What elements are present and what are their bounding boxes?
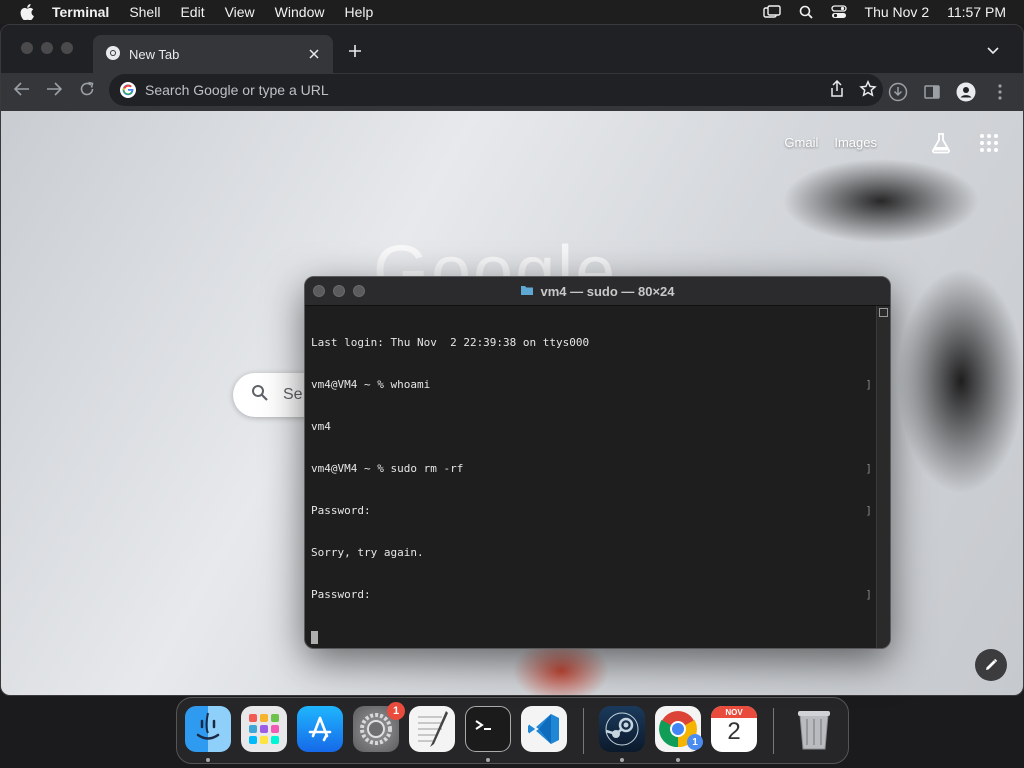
terminal-line-text: Password: [311,504,371,517]
terminal-line: Password:] [311,588,872,602]
vscode-icon[interactable] [521,706,567,752]
back-arrow-icon[interactable] [11,78,33,100]
text-cursor [311,631,318,644]
terminal-line: Password:] [311,504,872,518]
tab-strip: New Tab [1,25,1023,73]
dock-separator [583,708,584,754]
terminal-line-text: vm4@VM4 ~ % whoami [311,378,431,391]
steam-icon[interactable] [599,706,645,752]
notification-badge: 1 [387,702,405,720]
terminal-maximize-button[interactable] [353,285,365,297]
menubar-date[interactable]: Thu Nov 2 [865,4,930,20]
maximize-window-button[interactable] [61,42,73,54]
terminal-line-text: vm4@VM4 ~ % sudo rm -rf [311,462,464,475]
launchpad-icon[interactable] [241,706,287,752]
calendar-day: 2 [727,718,741,745]
menu-view[interactable]: View [225,4,255,20]
profile-avatar-icon[interactable] [955,81,977,103]
omnibox-placeholder: Search Google or type a URL [145,82,329,98]
running-indicator [486,758,490,762]
menu-help[interactable]: Help [344,4,373,20]
chevron-down-icon[interactable] [983,41,1003,61]
terminal-scrollbar[interactable] [876,306,890,648]
new-tab-button[interactable] [345,41,365,61]
forward-arrow-icon[interactable] [43,78,65,100]
close-tab-icon[interactable] [305,45,323,63]
trash-icon[interactable] [791,706,837,752]
chrome-favicon-icon [105,45,121,64]
dock: 1 1 NOV 2 [176,697,849,764]
line-bracket-mark: ] [865,504,872,517]
terminal-line: vm4@VM4 ~ % sudo rm -rf] [311,462,872,476]
terminal-titlebar[interactable]: vm4 — sudo — 80×24 [305,277,890,306]
calendar-month: NOV [725,708,743,717]
terminal-close-button[interactable] [313,285,325,297]
google-apps-grid-icon[interactable] [979,133,999,153]
omnibox[interactable]: Search Google or type a URL [109,74,883,106]
line-bracket-mark: ] [865,378,872,391]
line-bracket-mark: ] [865,462,872,475]
reload-icon[interactable] [76,78,98,100]
menu-edit[interactable]: Edit [180,4,204,20]
close-window-button[interactable] [21,42,33,54]
chrome-toolbar: Search Google or type a URL [1,73,1023,111]
terminal-window[interactable]: vm4 — sudo — 80×24 Last login: Thu Nov 2… [304,276,891,649]
ntp-search-placeholder: Se [283,386,303,403]
gmail-link[interactable]: Gmail [784,135,818,150]
textedit-icon[interactable] [409,706,455,752]
menu-bar: Terminal Shell Edit View Window Help Thu… [0,0,1024,24]
share-icon[interactable] [829,79,845,101]
calendar-icon[interactable]: NOV 2 [711,706,757,752]
labs-flask-icon[interactable] [929,131,953,155]
finder-icon[interactable] [185,706,231,752]
scrollbar-marker-icon[interactable] [879,308,888,317]
running-indicator [206,758,210,762]
more-menu-icon[interactable] [989,81,1011,103]
menubar-time[interactable]: 11:57 PM [947,4,1006,20]
menu-app-name[interactable]: Terminal [52,4,109,20]
bookmark-star-icon[interactable] [859,79,877,101]
chrome-icon[interactable]: 1 [655,706,703,752]
settings-icon[interactable]: 1 [353,702,405,752]
terminal-cursor-line [311,630,870,644]
terminal-line: Last login: Thu Nov 2 22:39:38 on ttys00… [311,336,590,349]
terminal-line-text: Password: [311,588,371,601]
terminal-line: Sorry, try again. [311,546,424,559]
menu-shell[interactable]: Shell [129,4,160,20]
control-center-icon[interactable] [830,5,847,19]
terminal-line: vm4@VM4 ~ % whoami] [311,378,872,392]
running-indicator [620,758,624,762]
google-g-icon [119,81,137,99]
download-icon[interactable] [887,81,909,103]
app-store-icon[interactable] [297,706,343,752]
menu-window[interactable]: Window [275,4,325,20]
terminal-output[interactable]: Last login: Thu Nov 2 22:39:38 on ttys00… [305,306,876,648]
side-panel-icon[interactable] [921,81,943,103]
terminal-line: vm4 [311,420,331,433]
running-indicator [676,758,680,762]
terminal-title: vm4 — sudo — 80×24 [540,283,675,299]
notification-badge: 1 [687,734,703,750]
search-icon [251,384,269,407]
apple-icon[interactable] [18,3,36,21]
line-bracket-mark: ] [865,588,872,601]
terminal-minimize-button[interactable] [333,285,345,297]
minimize-window-button[interactable] [41,42,53,54]
tab-new-tab[interactable]: New Tab [93,35,333,73]
dock-separator [773,708,774,754]
terminal-icon[interactable] [465,706,511,752]
customize-chrome-pencil-icon[interactable] [975,649,1007,681]
tab-title: New Tab [129,46,180,62]
spotlight-search-icon[interactable] [799,5,813,19]
images-link[interactable]: Images [834,135,877,150]
screen-mirroring-icon[interactable] [762,5,781,19]
folder-icon [520,284,534,299]
